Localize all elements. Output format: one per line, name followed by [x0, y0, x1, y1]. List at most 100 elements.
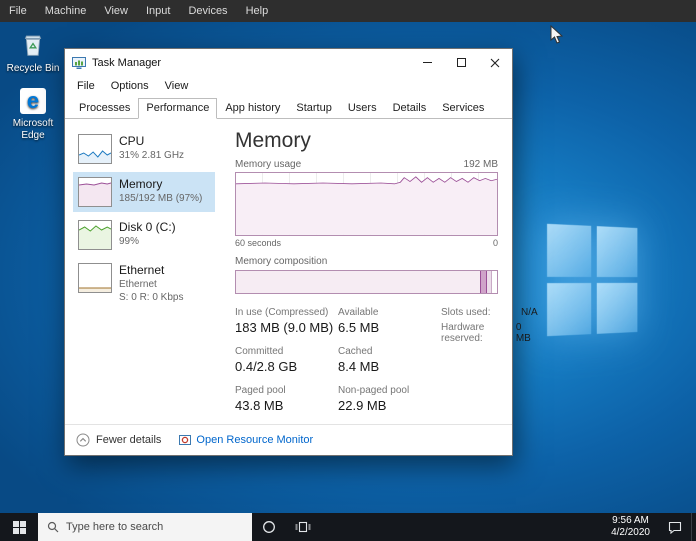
system-tray: 9:56 AM 4/2/2020 — [602, 513, 696, 541]
fewer-details-label: Fewer details — [96, 434, 162, 446]
tab-users[interactable]: Users — [340, 98, 385, 118]
task-view-button[interactable] — [286, 513, 320, 541]
memory-mini-graph — [78, 177, 112, 207]
memory-composition-bar — [235, 269, 498, 294]
vbox-menu-machine[interactable]: Machine — [36, 0, 96, 22]
sidebar-item-disk[interactable]: Disk 0 (C:) 99% — [73, 215, 215, 255]
time-axis-left: 60 seconds — [235, 237, 282, 248]
memory-usage-label: Memory usage — [235, 159, 302, 170]
sidebar-memory-name: Memory — [119, 177, 163, 191]
stat-label-cached: Cached — [338, 346, 373, 357]
slots-used-row: Slots used: N/A — [441, 307, 538, 318]
chevron-up-circle-icon — [76, 433, 90, 447]
hardware-reserved-row: Hardware reserved: 0 MB — [441, 322, 538, 344]
action-center-button[interactable] — [659, 521, 691, 534]
sidebar-item-ethernet[interactable]: Ethernet Ethernet S: 0 R: 0 Kbps — [73, 258, 215, 309]
sidebar-cpu-detail: 31% 2.81 GHz — [119, 150, 185, 161]
cortana-icon — [263, 521, 275, 533]
slots-used-value: N/A — [521, 307, 538, 318]
clock-date: 4/2/2020 — [611, 527, 650, 538]
sidebar-cpu-name: CPU — [119, 134, 145, 148]
memory-hardware-stats: Slots used: N/A Hardware reserved: 0 MB — [441, 307, 538, 424]
desktop-icon-recycle-bin[interactable]: Recycle Bin — [4, 30, 62, 75]
windows-logo-pane — [12, 527, 19, 534]
maximize-icon — [456, 58, 466, 67]
stat-label-committed: Committed — [235, 346, 284, 357]
stat-value-cached: 8.4 MB — [338, 359, 380, 374]
windows-wallpaper-logo — [547, 223, 638, 337]
ethernet-mini-graph — [78, 263, 112, 293]
vbox-menubar: File Machine View Input Devices Help — [0, 0, 696, 22]
window-caption-buttons — [410, 49, 512, 76]
minimize-button[interactable] — [410, 49, 444, 76]
window-title: Task Manager — [92, 56, 162, 69]
desktop-icon-microsoft-edge[interactable]: e Microsoft Edge — [4, 88, 62, 141]
vbox-menu-file[interactable]: File — [0, 0, 36, 22]
tab-startup[interactable]: Startup — [288, 98, 339, 118]
task-manager-titlebar[interactable]: Task Manager — [65, 49, 512, 76]
clock-time: 9:56 AM — [612, 515, 649, 526]
minimize-icon — [422, 62, 432, 63]
memory-usage-header: Memory usage 192 MB — [235, 159, 498, 170]
stat-value-committed: 0.4/2.8 GB — [235, 359, 298, 374]
task-view-icon — [295, 521, 311, 533]
tab-app-history[interactable]: App history — [217, 98, 288, 118]
tm-menu-file[interactable]: File — [69, 78, 103, 94]
search-icon — [47, 521, 59, 533]
tm-menu-options[interactable]: Options — [103, 78, 157, 94]
wallpaper-logo-pane — [596, 226, 638, 278]
tab-performance[interactable]: Performance — [138, 98, 218, 119]
task-manager-footer: Fewer details Open Resource Monitor — [65, 424, 512, 455]
memory-scale-max: 192 MB — [463, 159, 498, 170]
windows-logo-pane — [19, 520, 26, 527]
tab-processes[interactable]: Processes — [71, 98, 138, 118]
vbox-menu-devices[interactable]: Devices — [179, 0, 236, 22]
virtual-machine-screen: File Machine View Input Devices Help Rec… — [0, 0, 696, 541]
desktop-icon-label: Recycle Bin — [6, 63, 60, 74]
windows-logo-pane — [19, 527, 26, 534]
task-manager-icon — [72, 56, 86, 70]
open-resource-monitor-link[interactable]: Open Resource Monitor — [179, 434, 313, 446]
memory-stats: In use (Compressed) Available 183 MB (9.… — [235, 307, 538, 424]
stat-label-non-paged-pool: Non-paged pool — [338, 385, 410, 396]
tab-details[interactable]: Details — [385, 98, 435, 118]
sidebar-disk-name: Disk 0 (C:) — [119, 220, 176, 234]
memory-composition-label: Memory composition — [235, 255, 328, 267]
maximize-button[interactable] — [444, 49, 478, 76]
vbox-menu-input[interactable]: Input — [137, 0, 179, 22]
performance-pane: CPU 31% 2.81 GHz Memory 185/192 MB (97%) — [65, 119, 538, 424]
fewer-details-button[interactable]: Fewer details — [76, 433, 161, 447]
close-button[interactable] — [478, 49, 512, 76]
tab-services[interactable]: Services — [434, 98, 492, 118]
taskbar-clock[interactable]: 9:56 AM 4/2/2020 — [602, 515, 659, 539]
close-icon — [490, 58, 500, 67]
show-desktop-button[interactable] — [691, 513, 696, 541]
disk-mini-graph — [78, 220, 112, 250]
task-manager-window: Task Manager File Options View Processes… — [64, 48, 538, 456]
wallpaper-logo-pane — [596, 282, 638, 334]
action-center-icon — [668, 521, 682, 534]
sidebar-item-memory[interactable]: Memory 185/192 MB (97%) — [73, 172, 215, 212]
slots-used-label: Slots used: — [441, 307, 491, 318]
sidebar-ethernet-throughput: S: 0 R: 0 Kbps — [119, 292, 184, 303]
taskbar-search-input[interactable]: Type here to search — [38, 513, 252, 541]
tm-menu-view[interactable]: View — [157, 78, 197, 94]
cortana-button[interactable] — [252, 513, 286, 541]
resource-monitor-icon — [179, 435, 192, 445]
memory-panel-title: Memory — [235, 129, 311, 152]
sidebar-ethernet-detail: Ethernet — [119, 279, 157, 290]
memory-stats-grid: In use (Compressed) Available 183 MB (9.… — [235, 307, 435, 424]
hardware-reserved-label: Hardware reserved: — [441, 322, 485, 344]
task-manager-menubar: File Options View — [65, 76, 512, 96]
vbox-menu-help[interactable]: Help — [237, 0, 278, 22]
stat-label-in-use: In use (Compressed) — [235, 307, 329, 318]
sidebar-item-cpu[interactable]: CPU 31% 2.81 GHz — [73, 129, 215, 169]
edge-glyph: e — [26, 88, 40, 113]
start-button[interactable] — [0, 513, 38, 541]
sidebar-ethernet-name: Ethernet — [119, 263, 165, 277]
composition-in-use-segment — [236, 270, 482, 293]
desktop-icon-label: Microsoft Edge — [12, 118, 54, 141]
wallpaper-logo-pane — [547, 223, 592, 277]
vbox-menu-view[interactable]: View — [95, 0, 137, 22]
time-axis-right: 0 — [492, 237, 498, 248]
